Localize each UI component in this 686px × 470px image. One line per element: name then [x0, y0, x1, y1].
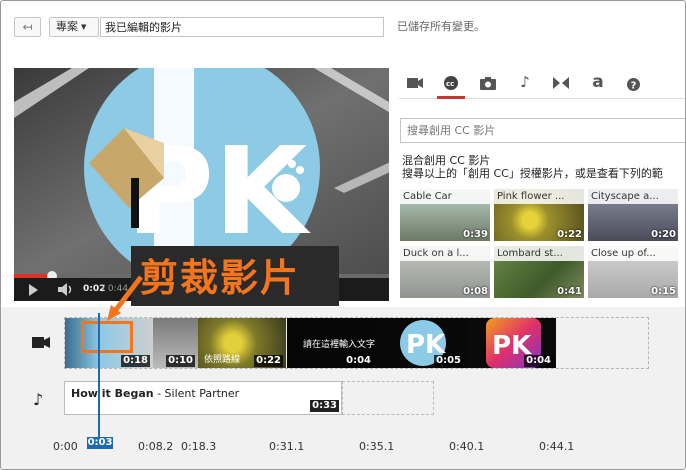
video-title-input[interactable]: [100, 17, 384, 37]
callout-label: 剪裁影片: [140, 256, 301, 300]
svg-text:cc: cc: [446, 80, 454, 88]
timeline-tick: 0:40.1: [449, 440, 485, 453]
project-label: 專案: [56, 20, 78, 33]
chevron-down-icon: ▼: [81, 23, 87, 31]
timeline-tick: 0:18.3: [181, 440, 217, 453]
thumbnail-pink-flower[interactable]: Pink flower ... 0:22: [494, 189, 584, 241]
timeline-clip[interactable]: 請在這裡輸入文字 0:04: [287, 318, 376, 368]
thumbnail-title: Close up of...: [588, 246, 678, 261]
clip-duration: 0:04: [524, 355, 553, 367]
clip-duration: 0:18: [121, 355, 150, 367]
thumbnail-close-up[interactable]: Close up of... 0:15: [588, 246, 678, 298]
thumbnail-title: Lombard st...: [494, 246, 584, 261]
save-status: 已儲存所有變更。: [397, 20, 485, 33]
thumbnail-cable-car[interactable]: Cable Car 0:39: [400, 189, 490, 241]
text-icon: a: [592, 72, 604, 92]
tab-video[interactable]: [401, 71, 429, 99]
help-icon: ?: [626, 78, 640, 92]
timeline-tick: 0:00: [53, 440, 78, 453]
tab-text[interactable]: a: [584, 71, 612, 99]
tab-photos[interactable]: [474, 71, 502, 99]
thumbnail-title: Duck on a l...: [400, 246, 490, 261]
thumbnail-duration: 0:22: [557, 229, 582, 240]
audio-track-empty[interactable]: [342, 381, 434, 415]
tab-audio[interactable]: ♪: [511, 71, 539, 99]
tab-transitions[interactable]: [547, 71, 575, 99]
audio-clip[interactable]: How it Began - Silent Partner 0:33: [64, 381, 342, 415]
clip-caption: 請在這裡輸入文字: [303, 340, 376, 350]
editor-window: ↤ 專案▼ 已儲存所有變更。 PK: [0, 0, 686, 470]
thumbnail-title: Cable Car: [400, 189, 490, 204]
timeline-clip[interactable]: 依照路線 0:22: [198, 318, 286, 368]
back-arrow-icon: ↤: [22, 20, 33, 34]
timeline-tick: 0:31.1: [269, 440, 305, 453]
play-icon[interactable]: [29, 284, 38, 296]
thumbnail-duration: 0:39: [463, 229, 488, 240]
timeline-tick: 0:44.1: [539, 440, 575, 453]
thumbnail-duration: 0:41: [557, 286, 582, 297]
thumbnail-title: Cityscape a...: [588, 189, 678, 204]
help-icon-glyph: ?: [630, 81, 636, 92]
playhead-time: 0:03: [87, 437, 113, 449]
timeline-clip[interactable]: PK 0:04: [466, 318, 556, 368]
timeline-tick: 0:08.2: [138, 440, 174, 453]
volume-icon[interactable]: [58, 283, 74, 296]
thumbnail-duration: 0:15: [651, 286, 676, 297]
music-note-icon: ♪: [520, 73, 530, 91]
trim-highlight: [81, 321, 133, 353]
photo-camera-icon: [480, 77, 496, 90]
callout-arrow-icon: [107, 275, 143, 321]
thumbnail-cityscape[interactable]: Cityscape a... 0:20: [588, 189, 678, 241]
thumbnail-lombard-street[interactable]: Lombard st... 0:41: [494, 246, 584, 298]
timeline-tick: 0:35.1: [359, 440, 395, 453]
thumbnail-duck[interactable]: Duck on a l... 0:08: [400, 246, 490, 298]
timeline-clip[interactable]: 0:10: [153, 318, 198, 368]
cc-section-description: 搜尋以上的「創用 CC」授權影片，或是查看下列的範: [402, 167, 663, 180]
audio-duration: 0:33: [310, 400, 339, 412]
clip-duration: 0:05: [434, 355, 463, 367]
video-track-icon: [32, 337, 50, 348]
audio-title: How it Began: [71, 387, 154, 400]
thumbnail-title: Pink flower ...: [494, 189, 584, 204]
audio-clip-title: How it Began - Silent Partner: [71, 387, 239, 400]
tab-creative-commons[interactable]: cc: [437, 71, 465, 99]
project-dropdown[interactable]: 專案 ▼: [49, 17, 99, 37]
clip-caption: 依照路線: [204, 355, 241, 365]
transition-icon: [553, 77, 569, 89]
top-toolbar: ↤ 專案▼ 已儲存所有變更。: [1, 1, 685, 49]
timeline-clip[interactable]: PK 0:05: [376, 318, 466, 368]
thumbnail-duration: 0:08: [463, 286, 488, 297]
playhead[interactable]: [98, 313, 100, 437]
camera-icon: [407, 78, 423, 88]
clip-duration: 0:10: [166, 355, 195, 367]
back-button[interactable]: ↤: [14, 17, 41, 37]
audio-artist: - Silent Partner: [153, 387, 240, 400]
thumbnail-duration: 0:20: [651, 229, 676, 240]
clip-duration: 0:04: [344, 355, 373, 367]
cc-search-input[interactable]: [400, 118, 685, 143]
clip-duration: 0:22: [254, 355, 283, 367]
tab-help[interactable]: ?: [619, 71, 647, 99]
cc-icon: cc: [444, 76, 458, 90]
source-tabs: cc ♪ a ?: [399, 67, 685, 99]
audio-track-icon: ♪: [33, 390, 44, 409]
